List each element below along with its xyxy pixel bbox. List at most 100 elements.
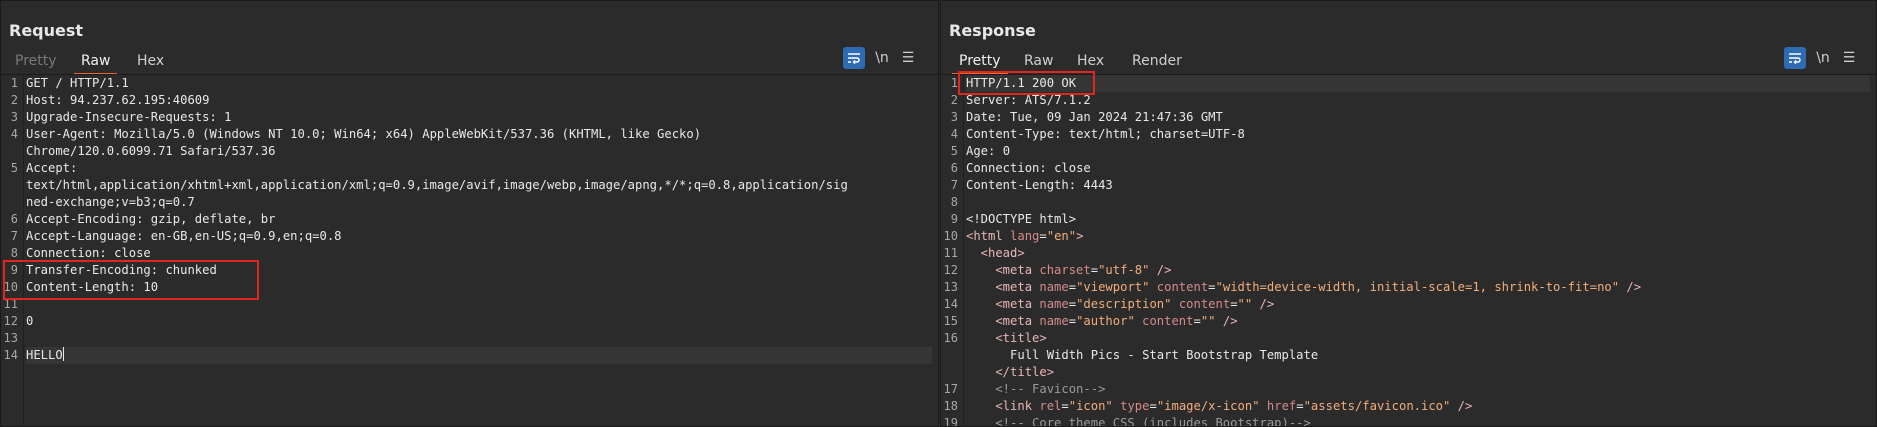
code-line: Chrome/120.0.6099.71 Safari/537.36 (26, 143, 932, 160)
code-token: type (1120, 399, 1150, 413)
header-name: Connection (966, 161, 1040, 175)
code-token: name (1039, 280, 1069, 294)
code-line: <title> (966, 330, 1870, 347)
header-value: 1 (224, 110, 232, 124)
line-number: 19 (943, 416, 958, 427)
line-number: 1 (10, 76, 18, 90)
code-token: /> (1149, 263, 1172, 277)
header-value: text/html; charset=UTF-8 (1068, 127, 1245, 141)
wrap-lines-icon (1789, 53, 1801, 64)
line-number: 5 (950, 144, 958, 158)
code-line: GET / HTTP/1.1 (26, 75, 932, 92)
line-number: 6 (950, 161, 958, 175)
header-name: Age (966, 144, 989, 158)
line-number: 15 (943, 314, 958, 328)
code-token: = (1068, 297, 1077, 311)
header-separator: : (1054, 127, 1069, 141)
response-tab-hex[interactable]: Hex (1070, 49, 1111, 73)
code-token: <meta (966, 314, 1040, 328)
header-separator: : (988, 144, 1003, 158)
header-name: User-Agent (26, 127, 100, 141)
header-value: gzip, deflate, br (150, 212, 276, 226)
code-token: <html (966, 229, 1011, 243)
line-number: 4 (10, 127, 18, 141)
header-name: Accept-Encoding (26, 212, 137, 226)
code-token: = (1230, 297, 1238, 311)
code-token: Full Width Pics - Start Bootstrap Templa… (966, 348, 1319, 362)
header-name: Connection (26, 246, 100, 260)
response-editor[interactable]: 1 HTTP/1.1 200 OK 2 Server: ATS/7.1.2 3 Date:… (941, 75, 1876, 426)
header-separator: : (70, 161, 85, 175)
code-token: = (1149, 399, 1157, 413)
header-name: Content-Type (966, 127, 1055, 141)
line-number: 6 (10, 212, 18, 226)
request-tab-hex[interactable]: Hex (130, 49, 171, 73)
header-separator: : (99, 127, 115, 141)
header-name: Date (966, 110, 996, 124)
code-token: "viewport" (1076, 280, 1150, 294)
code-token: </title> (966, 365, 1055, 379)
request-tab-pretty[interactable]: Pretty (8, 49, 64, 73)
line-number: 8 (950, 195, 958, 209)
transfer-encoding-highlight-box (3, 260, 259, 300)
code-token: "width=device-width, initial-scale=1, sh… (1215, 280, 1620, 294)
header-name: Host (26, 93, 56, 107)
hamburger-menu-icon: ☰ (1842, 50, 1856, 66)
response-show-newlines-button[interactable]: \n (1812, 47, 1834, 69)
request-show-newlines-button[interactable]: \n (871, 47, 893, 69)
header-name: Upgrade-Insecure-Requests (26, 110, 210, 124)
header-value: Tue, 09 Jan 2024 21:47:36 GMT (1010, 110, 1223, 124)
code-token: = (1039, 229, 1047, 243)
code-line: Date: Tue, 09 Jan 2024 21:47:36 GMT (966, 109, 1870, 126)
header-separator: : (1010, 93, 1025, 107)
code-line: ned-exchange;v=b3;q=0.7 (26, 194, 932, 211)
code-token: name (1039, 314, 1069, 328)
code-text: <!DOCTYPE html> (966, 212, 1077, 226)
header-separator: : (99, 246, 115, 260)
code-line: <!DOCTYPE html> (966, 211, 1870, 228)
code-line: <meta name="viewport" content="width=dev… (966, 279, 1870, 296)
response-tab-render[interactable]: Render (1125, 49, 1189, 73)
hamburger-menu-icon: ☰ (901, 50, 915, 66)
response-tab-raw[interactable]: Raw (1017, 49, 1060, 73)
code-line: Accept: (26, 160, 932, 177)
code-line: Age: 0 (966, 143, 1870, 160)
code-token: name (1039, 297, 1069, 311)
header-separator: : (995, 110, 1011, 124)
line-number: 16 (943, 331, 958, 345)
code-token: "utf-8" (1098, 263, 1150, 277)
header-name: Content-Length (966, 178, 1069, 192)
code-line: Connection: close (966, 160, 1870, 177)
code-line: Host: 94.237.62.195:40609 (26, 92, 932, 109)
code-token: = (1090, 263, 1099, 277)
response-wrap-lines-button[interactable] (1784, 47, 1806, 69)
code-token: "assets/favicon.ico" (1303, 399, 1451, 413)
code-line: <html lang="en"> (966, 228, 1870, 245)
request-menu-button[interactable]: ☰ (897, 47, 919, 69)
request-editor[interactable]: 1 GET / HTTP/1.1 2 Host: 94.237.62.195:4060… (1, 75, 938, 426)
code-line: Content-Type: text/html; charset=UTF-8 (966, 126, 1870, 143)
header-value: close (114, 246, 151, 260)
header-name: Accept (26, 161, 71, 175)
request-wrap-lines-button[interactable] (843, 47, 865, 69)
response-menu-button[interactable]: ☰ (1838, 47, 1860, 69)
code-token: = (1193, 314, 1201, 328)
wrapped-continuation: ned-exchange;v=b3;q=0.7 (26, 195, 195, 209)
code-token: <head> (966, 246, 1025, 260)
line-number: 17 (943, 382, 958, 396)
code-line: HTTP/1.1 200 OK (966, 75, 1870, 92)
header-value: ATS/7.1.2 (1024, 93, 1091, 107)
wrapped-continuation: text/html,application/xhtml+xml,applicat… (26, 178, 848, 192)
code-line: <!-- Core theme CSS (includes Bootstrap)… (966, 415, 1870, 426)
line-number: 3 (10, 110, 18, 124)
code-token: <title> (966, 331, 1047, 345)
header-value: 94.237.62.195:40609 (70, 93, 210, 107)
request-tab-raw[interactable]: Raw (74, 49, 118, 75)
line-number: 1 (950, 76, 958, 90)
header-value: 0 (1002, 144, 1011, 158)
code-line: <meta name="description" content="" /> (966, 296, 1870, 313)
code-token: > (1076, 229, 1084, 243)
code-token: <!-- Favicon--> (966, 382, 1106, 396)
line-number: 7 (950, 178, 958, 192)
